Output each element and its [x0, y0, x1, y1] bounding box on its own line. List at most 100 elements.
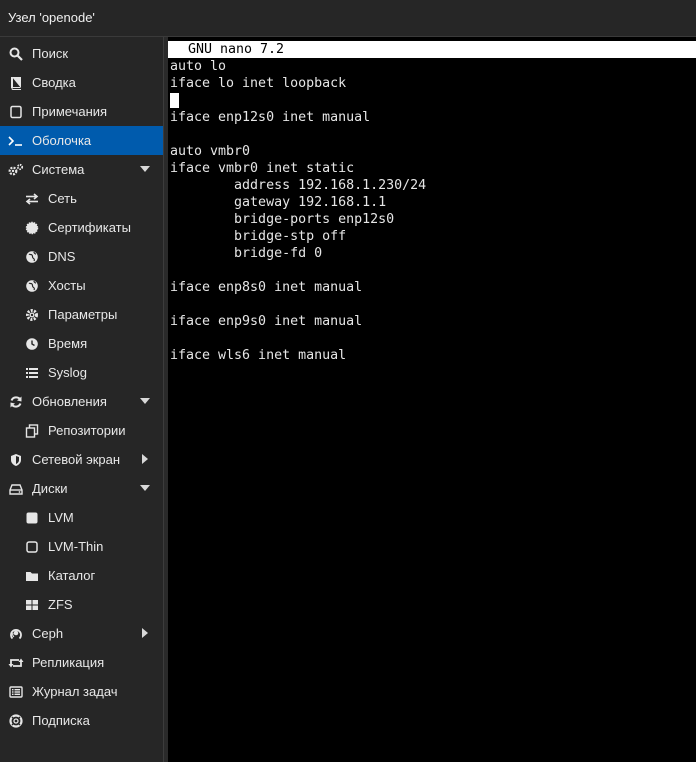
editor-line: gateway 192.168.1.1: [170, 195, 387, 210]
nano-header: GNU nano 7.2: [168, 41, 696, 58]
sidebar-item-label: ZFS: [48, 597, 73, 612]
editor-line: iface enp12s0 inet manual: [170, 110, 371, 125]
support-icon: [8, 713, 24, 729]
cogs-icon: [8, 162, 24, 178]
grid-icon: [24, 597, 40, 613]
refresh-icon: [8, 394, 24, 410]
sidebar-item-19[interactable]: Каталог: [0, 561, 163, 590]
editor-line: bridge-fd 0: [170, 246, 323, 261]
search-icon: [8, 46, 24, 62]
sidebar-item-label: Параметры: [48, 307, 118, 322]
sidebar-item-label: Ceph: [32, 626, 64, 641]
certificate-icon: [24, 220, 40, 236]
sidebar-item-20[interactable]: ZFS: [0, 590, 163, 619]
globe-icon: [24, 278, 40, 294]
sidebar-item-label: Сеть: [48, 191, 77, 206]
ceph-icon: [8, 626, 24, 642]
sidebar-item-15[interactable]: Сетевой экран: [0, 445, 163, 474]
sidebar-item-label: Поиск: [32, 46, 69, 61]
sidebar-item-16[interactable]: Диски: [0, 474, 163, 503]
nano-version: GNU nano 7.2: [188, 42, 285, 57]
sidebar-item-label: Syslog: [48, 365, 88, 380]
sidebar-item-17[interactable]: LVM: [0, 503, 163, 532]
sidebar-item-11[interactable]: Время: [0, 329, 163, 358]
sidebar-item-13[interactable]: Обновления: [0, 387, 163, 416]
sidebar-item-22[interactable]: Репликация: [0, 648, 163, 677]
sidebar-item-label: Подписка: [32, 713, 90, 728]
terminal-icon: [8, 133, 24, 149]
chevron-right-icon[interactable]: [139, 453, 151, 465]
sidebar-item-label: LVM-Thin: [48, 539, 104, 554]
sidebar-item-5[interactable]: Система: [0, 155, 163, 184]
terminal-shell[interactable]: GNU nano 7.2 auto lo iface lo inet loopba…: [168, 37, 696, 762]
shield-icon: [8, 452, 24, 468]
sidebar-item-24[interactable]: Подписка: [0, 706, 163, 735]
note-icon: [8, 104, 24, 120]
clock-icon: [24, 336, 40, 352]
chevron-down-icon[interactable]: [139, 482, 151, 494]
sidebar-item-21[interactable]: Ceph: [0, 619, 163, 648]
sidebar-item-3[interactable]: Примечания: [0, 97, 163, 126]
drive-icon: [8, 481, 24, 497]
editor-line: iface enp9s0 inet manual: [170, 314, 363, 329]
editor-line: bridge-stp off: [170, 229, 347, 244]
editor-line: address 192.168.1.230/24: [170, 178, 427, 193]
sidebar-item-label: LVM: [48, 510, 74, 525]
sidebar-item-8[interactable]: DNS: [0, 242, 163, 271]
chevron-down-icon[interactable]: [139, 163, 151, 175]
globe-icon: [24, 249, 40, 265]
files-icon: [24, 423, 40, 439]
sidebar-item-18[interactable]: LVM-Thin: [0, 532, 163, 561]
editor-line: auto vmbr0: [170, 144, 251, 159]
editor-line: [170, 92, 696, 109]
sidebar-item-label: Сертификаты: [48, 220, 131, 235]
sidebar-item-12[interactable]: Syslog: [0, 358, 163, 387]
retweet-icon: [8, 655, 24, 671]
square-outline-icon: [24, 539, 40, 555]
editor-line: auto lo: [170, 59, 227, 74]
sidebar-item-14[interactable]: Репозитории: [0, 416, 163, 445]
sidebar-item-1[interactable]: Поиск: [0, 39, 163, 68]
sidebar-item-2[interactable]: Сводка: [0, 68, 163, 97]
folder-icon: [24, 568, 40, 584]
sidebar-item-label: Система: [32, 162, 85, 177]
list-icon: [24, 365, 40, 381]
sidebar-item-label: DNS: [48, 249, 76, 264]
window-title: Узел 'openode': [8, 10, 95, 25]
sidebar-item-label: Репликация: [32, 655, 105, 670]
sidebar-item-10[interactable]: Параметры: [0, 300, 163, 329]
sidebar-item-label: Сводка: [32, 75, 76, 90]
sidebar-item-label: Оболочка: [32, 133, 92, 148]
sidebar-item-label: Репозитории: [48, 423, 126, 438]
list-alt-icon: [8, 684, 24, 700]
sidebar-item-label: Диски: [32, 481, 68, 496]
sidebar-item-7[interactable]: Сертификаты: [0, 213, 163, 242]
square-icon: [24, 510, 40, 526]
sidebar-item-4[interactable]: Оболочка: [0, 126, 163, 155]
text-cursor: [170, 93, 179, 108]
sidebar-item-label: Время: [48, 336, 88, 351]
chevron-down-icon[interactable]: [139, 395, 151, 407]
editor-line: iface lo inet loopback: [170, 76, 347, 91]
editor-line: iface wls6 inet manual: [170, 348, 347, 363]
sidebar-item-label: Хосты: [48, 278, 86, 293]
book-icon: [8, 75, 24, 91]
sidebar-item-6[interactable]: Сеть: [0, 184, 163, 213]
editor-line: iface enp8s0 inet manual: [170, 280, 363, 295]
gear-icon: [24, 307, 40, 323]
chevron-right-icon[interactable]: [139, 627, 151, 639]
sidebar-item-label: Примечания: [32, 104, 108, 119]
sidebar-item-9[interactable]: Хосты: [0, 271, 163, 300]
sidebar-item-label: Обновления: [32, 394, 107, 409]
editor-text[interactable]: auto lo iface lo inet loopback iface enp12…: [170, 58, 696, 364]
editor-line: iface vmbr0 inet static: [170, 161, 355, 176]
sidebar-item-label: Каталог: [48, 568, 96, 583]
sidebar-item-label: Сетевой экран: [32, 452, 121, 467]
sidebar-item-23[interactable]: Журнал задач: [0, 677, 163, 706]
exchange-icon: [24, 191, 40, 207]
sidebar-item-label: Журнал задач: [32, 684, 118, 699]
